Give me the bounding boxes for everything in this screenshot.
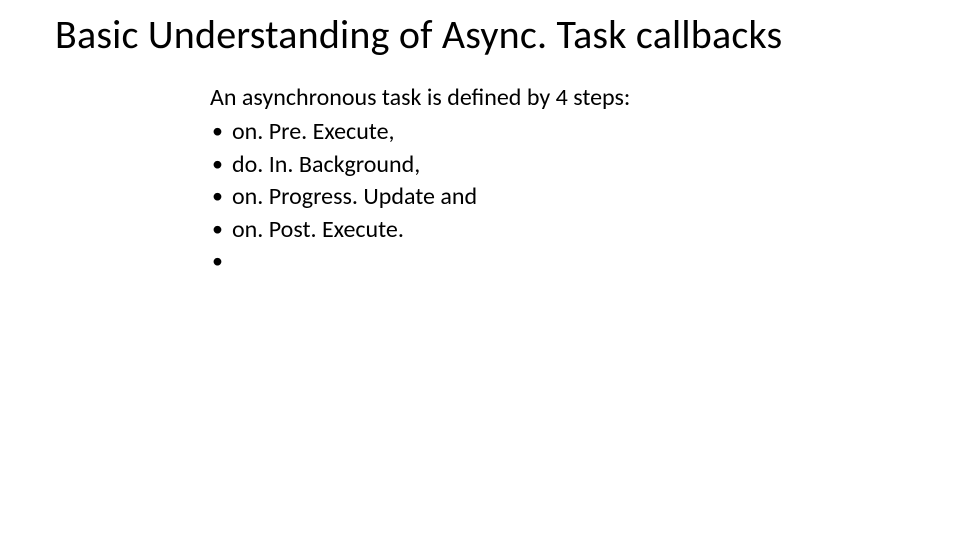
slide-body: An asynchronous task is defined by 4 ste… [210, 82, 630, 246]
list-item: on. Pre. Execute, [210, 116, 630, 148]
intro-text: An asynchronous task is defined by 4 ste… [210, 82, 630, 114]
slide: Basic Understanding of Async. Task callb… [0, 0, 960, 540]
slide-title: Basic Understanding of Async. Task callb… [55, 10, 782, 59]
bullet-list: on. Pre. Execute, do. In. Background, on… [210, 116, 630, 246]
list-item: on. Progress. Update and [210, 181, 630, 213]
list-item: on. Post. Execute. [210, 214, 630, 246]
list-item: do. In. Background, [210, 149, 630, 181]
